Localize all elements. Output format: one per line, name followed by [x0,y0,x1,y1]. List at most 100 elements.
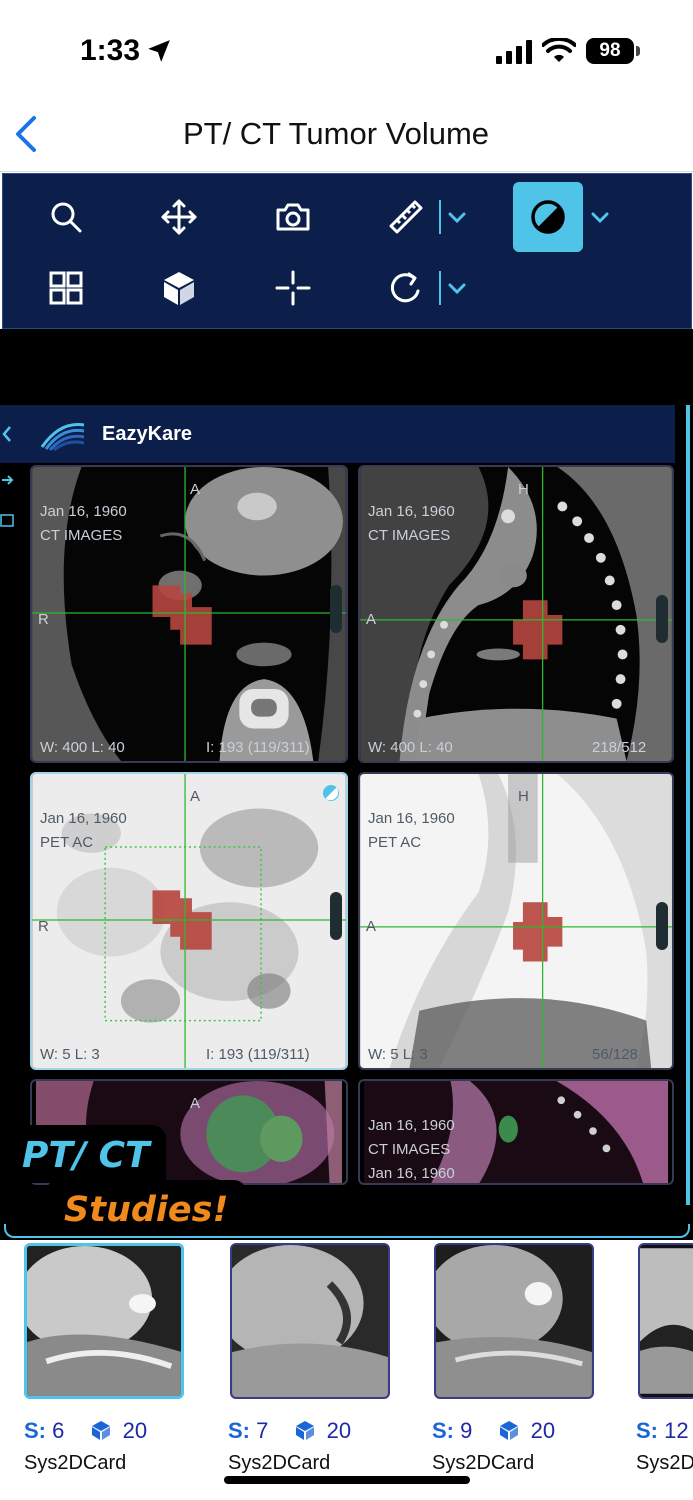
ruler-chevron-down-icon[interactable] [446,206,468,228]
thumbnail-image [436,1245,592,1397]
thumbnail-image [27,1246,181,1396]
series-name: Sys2DCard [432,1452,535,1474]
series-name: Sys2DCard [24,1452,127,1474]
viewer-right-border [686,405,690,1205]
viewport-pet-sagittal[interactable]: Jan 16, 1960 PET AC H A W: 5 L: 3 56/128 [358,772,674,1070]
study-date: Jan 16, 1960 [40,810,127,827]
eazykare-logo [40,422,85,451]
series-label: S: [432,1418,454,1443]
slice-index: 218/512 [592,739,647,756]
orientation-left: R [38,918,49,935]
orientation-top: A [190,1095,201,1112]
search-icon[interactable] [43,194,89,240]
series-meta: S: 7 20 [228,1418,351,1444]
ruler-icon[interactable] [383,194,429,240]
rotate-separator [439,271,441,305]
window-level-readout: W: 5 L: 3 [368,1046,428,1063]
scroll-handle[interactable] [656,595,668,643]
thumbnail-image [640,1248,693,1394]
series-meta: S: 6 20 [24,1418,147,1444]
active-tool-indicator-icon [323,785,339,801]
left-side-tools [0,463,18,563]
folder-icon[interactable] [0,511,14,529]
scroll-handle[interactable] [330,585,342,633]
study-date: Jan 16, 1960 [40,503,127,520]
series-thumbnail[interactable] [434,1243,594,1399]
study-date: Jan 16, 1960 [368,503,455,520]
status-time: 1:33 [80,34,141,67]
rotate-icon[interactable] [383,265,429,311]
orientation-left: A [366,611,377,628]
orientation-top: A [190,481,201,498]
series-name: Sys2DC [636,1452,693,1474]
image-count: 20 [530,1418,556,1443]
window-level-readout: W: 400 L: 40 [40,739,125,756]
layout-grid-icon[interactable] [43,265,89,311]
window-level-chevron-down-icon[interactable] [589,206,611,228]
move-icon[interactable] [156,194,202,240]
study-date-secondary: Jan 16, 1960 [368,1165,455,1182]
image-count: 20 [122,1418,148,1443]
series-number: 7 [256,1418,269,1443]
crosshair-icon[interactable] [270,265,316,311]
series-description: CT IMAGES [368,1141,451,1158]
nav-bar: PT/ CT Tumor Volume [0,100,693,172]
series-name: Sys2DCard [228,1452,331,1474]
cellular-signal-icon [496,40,532,64]
battery-level: 98 [586,38,634,64]
status-bar: 1:33 98 [0,0,693,100]
thumbnail-strip: S: 6 20 Sys2DCard S: 7 20 Sys2DCard S: 9… [0,1240,693,1500]
orientation-left: A [366,918,377,935]
viewport-ct-axial[interactable]: Jan 16, 1960 CT IMAGES A R W: 400 L: 40 … [30,465,348,763]
scroll-handle[interactable] [656,902,668,950]
thumbnail-image [232,1245,388,1397]
series-label: S: [24,1418,46,1443]
orientation-top: A [190,788,201,805]
slice-index: I: 193 (119/311) [206,1046,310,1063]
series-description: PET AC [40,834,94,851]
window-level-button[interactable] [513,182,583,252]
brand-name: EazyKare [102,423,193,445]
ruler-separator [439,200,441,234]
series-thumbnail[interactable] [638,1243,693,1399]
dicom-viewer: EazyKare Jan 16, 1960 CT IMAGES A R W: 4… [0,405,693,1240]
study-date: Jan 16, 1960 [368,810,455,827]
viewport-fusion-sagittal[interactable]: Jan 16, 1960 CT IMAGES Jan 16, 1960 [358,1079,674,1185]
series-number: 9 [460,1418,473,1443]
slice-index: I: 193 (119/311) [206,739,310,756]
location-arrow-icon [148,40,170,62]
series-description: CT IMAGES [40,527,123,544]
viewport-ct-sagittal[interactable]: Jan 16, 1960 CT IMAGES H A W: 400 L: 40 … [358,465,674,763]
series-meta: S: 9 20 [432,1418,555,1444]
video-letterbox [0,329,693,405]
window-level-icon [531,200,565,234]
collapse-chevron-icon[interactable] [0,423,14,445]
cube-3d-icon[interactable] [156,265,202,311]
wifi-icon [542,38,576,62]
image-count: 20 [326,1418,352,1443]
orientation-top: H [518,788,529,805]
slice-index: 56/128 [592,1046,638,1063]
rotate-chevron-down-icon[interactable] [446,277,468,299]
orientation-left: R [38,611,49,628]
thumbnail-strip-border [4,1224,690,1238]
window-level-readout: W: 400 L: 40 [368,739,453,756]
series-label: S: [636,1418,658,1443]
camera-icon[interactable] [270,194,316,240]
series-meta: S: 12 [636,1418,689,1444]
series-number: 12 [664,1418,689,1443]
home-indicator[interactable] [224,1476,470,1484]
caption-line1-text: PT/ CT [22,1135,150,1176]
viewport-pet-axial[interactable]: Jan 16, 1960 PET AC A R W: 5 L: 3 I: 193… [30,772,348,1070]
series-thumbnail[interactable] [24,1243,184,1399]
series-thumbnail[interactable] [230,1243,390,1399]
page-title: PT/ CT Tumor Volume [182,116,490,151]
window-level-readout: W: 5 L: 3 [40,1046,100,1063]
overlay-caption-line1: PT/ CT [0,1125,166,1183]
scroll-handle[interactable] [330,892,342,940]
arrow-right-icon[interactable] [0,471,14,489]
cube-icon [91,1421,110,1440]
series-label: S: [228,1418,250,1443]
cube-icon [295,1421,314,1440]
battery-tip [636,46,640,56]
